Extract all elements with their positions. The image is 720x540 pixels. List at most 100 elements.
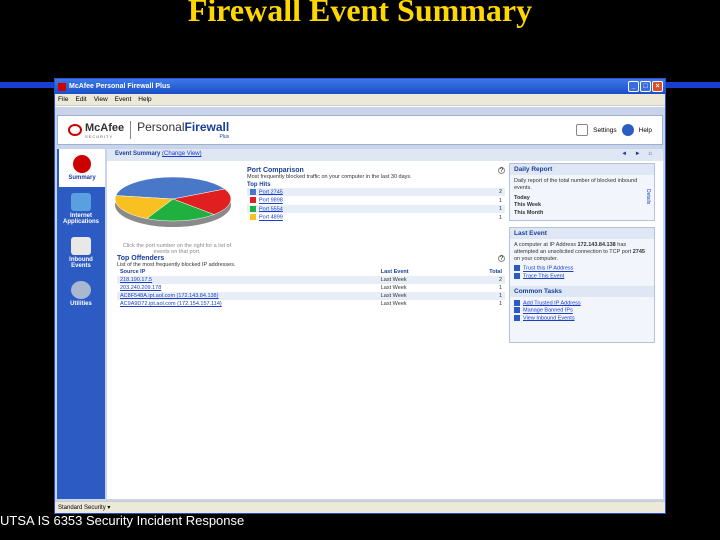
task-row: View Inbound Events xyxy=(514,314,650,323)
task-row: Manage Banned IPs xyxy=(514,307,650,315)
inbound-events-icon xyxy=(71,237,91,255)
column-header[interactable]: Total xyxy=(460,268,505,276)
summary-flame-icon xyxy=(73,155,91,173)
trust-ip-link[interactable]: Trust this IP Address xyxy=(523,266,573,272)
port-link[interactable]: Port 2745 xyxy=(259,189,283,195)
last-event-port: 2745 xyxy=(632,249,645,256)
daily-report-title: Daily Report xyxy=(510,164,654,175)
port-cell: Port 2745 xyxy=(247,188,457,197)
count-cell: 2 xyxy=(456,188,505,197)
column-header[interactable]: Source IP xyxy=(117,268,378,276)
help-icon[interactable]: ? xyxy=(498,167,505,174)
last-event-cell: Last Week xyxy=(380,285,407,291)
this-week-label: This Week xyxy=(514,202,542,209)
port-link[interactable]: Port 4899 xyxy=(259,215,283,221)
this-month-label: This Month xyxy=(514,209,544,216)
app-header: McAfee SECURITY PersonalFirewall Plus Se… xyxy=(57,115,663,145)
sidebar-item-summary[interactable]: Summary xyxy=(59,149,105,187)
legend-swatch xyxy=(250,189,256,195)
view-inbound-events-link[interactable]: View Inbound Events xyxy=(523,315,575,321)
change-view-link[interactable]: (Change View) xyxy=(162,151,202,159)
content-area: McAfee SECURITY PersonalFirewall Plus Se… xyxy=(55,107,665,501)
count-cell: 1 xyxy=(498,197,502,204)
security-level-dropdown[interactable]: Standard Security ▾ xyxy=(58,505,110,511)
help-icon[interactable]: ? xyxy=(498,255,505,262)
top-offenders-table: Source IP Last Event Total 218.190.17.5 L… xyxy=(117,268,505,308)
task-icon xyxy=(514,307,520,314)
manage-banned-ips-link[interactable]: Manage Banned IPs xyxy=(523,308,573,314)
task-icon xyxy=(514,314,520,321)
legend-swatch xyxy=(250,205,256,212)
product-name-plain: Personal xyxy=(137,120,185,134)
menu-edit[interactable]: Edit xyxy=(75,96,86,103)
port-pie-chart xyxy=(114,176,232,227)
table-row: Port 5554 1 xyxy=(247,204,505,214)
source-ip-cell: 218.190.17.5 xyxy=(117,276,378,284)
product-name: PersonalFirewall Plus xyxy=(137,120,229,140)
column-header[interactable]: Last Event xyxy=(378,268,460,276)
help-link[interactable]: Help xyxy=(639,127,652,134)
table-row: Port 4899 1 xyxy=(247,213,505,221)
status-bar: Standard Security ▾ xyxy=(55,501,665,513)
product-name-bold: Firewall xyxy=(184,120,230,134)
add-trusted-ip-link[interactable]: Add Trusted IP Address xyxy=(523,300,581,306)
sidebar-item-internet-applications[interactable]: Internet Applications xyxy=(57,187,105,231)
port-link[interactable]: Port 5554 xyxy=(259,206,283,212)
total-cell: 1 xyxy=(498,285,502,291)
settings-icon[interactable] xyxy=(576,124,589,136)
last-event-cell: Last Week xyxy=(380,301,407,307)
maximize-button[interactable]: □ xyxy=(640,81,651,92)
table-row: AC8F548A.ipt.aol.com (172.143.84.138) Las… xyxy=(117,292,505,300)
top-offenders-section: Top Offenders List of the most frequentl… xyxy=(117,255,505,308)
close-button[interactable]: × xyxy=(652,81,663,92)
sidebar-item-inbound-events[interactable]: Inbound Events xyxy=(57,231,105,275)
total-cell: 1 xyxy=(498,301,502,307)
sidebar: Summary Internet Applications Inbound Ev… xyxy=(57,149,105,499)
menu-bar: File Edit View Event Help xyxy=(55,94,665,106)
menu-view[interactable]: View xyxy=(94,96,108,103)
port-comparison-title: Port Comparison xyxy=(247,167,304,174)
sidebar-item-label: Inbound Events xyxy=(69,257,93,269)
source-ip-link[interactable]: AC9A9D72.ipt.aol.com (172.154.157.114) xyxy=(120,301,222,307)
mcafee-logo-icon xyxy=(68,124,82,136)
port-cell: Port 5554 xyxy=(247,204,457,214)
menu-file[interactable]: File xyxy=(58,96,68,103)
port-comparison-section: Port Comparison Most frequently blocked … xyxy=(247,167,505,222)
settings-link[interactable]: Settings xyxy=(593,127,617,134)
top-offenders-title: Top Offenders xyxy=(117,255,165,262)
window-title: McAfee Personal Firewall Plus xyxy=(69,83,171,90)
menu-help[interactable]: Help xyxy=(138,96,151,103)
task-row: Add Trusted IP Address xyxy=(514,299,650,308)
details-link[interactable]: Details xyxy=(645,189,651,204)
title-bar: McAfee Personal Firewall Plus _ □ × xyxy=(55,79,665,94)
table-row: 218.190.17.5 Last Week 2 xyxy=(117,276,505,284)
source-ip-link[interactable]: AC8F548A.ipt.aol.com (172.143.84.138) xyxy=(120,293,218,299)
trace-event-link[interactable]: Trace This Event xyxy=(523,273,564,279)
source-ip-link[interactable]: 218.190.17.5 xyxy=(120,277,152,283)
last-event-text: on your computer. xyxy=(514,256,559,263)
daily-report-desc: Daily report of the total number of bloc… xyxy=(514,178,638,192)
breadcrumb: Event Summary (Change View) ◄ ► ⌂ xyxy=(107,149,663,161)
port-link[interactable]: Port 9898 xyxy=(259,198,283,204)
sidebar-item-label: Utilities xyxy=(70,301,92,307)
trace-event-row: Trace This Event xyxy=(514,273,650,281)
minimize-button[interactable]: _ xyxy=(628,81,639,92)
source-ip-cell: AC8F548A.ipt.aol.com (172.143.84.138) xyxy=(117,292,378,300)
slide-rule-right xyxy=(666,82,720,88)
task-icon xyxy=(514,299,520,306)
port-cell: Port 9898 xyxy=(247,196,456,204)
nav-arrows-icon[interactable]: ◄ ► ⌂ xyxy=(621,151,655,159)
menu-event[interactable]: Event xyxy=(115,96,132,103)
total-cell: 1 xyxy=(459,292,505,300)
daily-report-panel: Daily Report Daily report of the total n… xyxy=(509,163,655,221)
top-hits-table: Port 2745 2 Port 9898 1 Port 5554 1 Port 4899 1 xyxy=(247,188,505,222)
breadcrumb-title: Event Summary xyxy=(115,151,161,157)
sidebar-item-utilities[interactable]: Utilities xyxy=(57,275,105,313)
legend-swatch xyxy=(250,197,256,204)
slide-title: Firewall Event Summary xyxy=(187,0,533,28)
last-event-cell: Last Week xyxy=(377,276,460,284)
source-ip-link[interactable]: 203.240.209.178 xyxy=(120,285,161,291)
port-comparison-subtitle: Most frequently blocked traffic on your … xyxy=(247,174,412,180)
help-icon[interactable] xyxy=(621,124,634,136)
today-label: Today xyxy=(514,195,530,202)
